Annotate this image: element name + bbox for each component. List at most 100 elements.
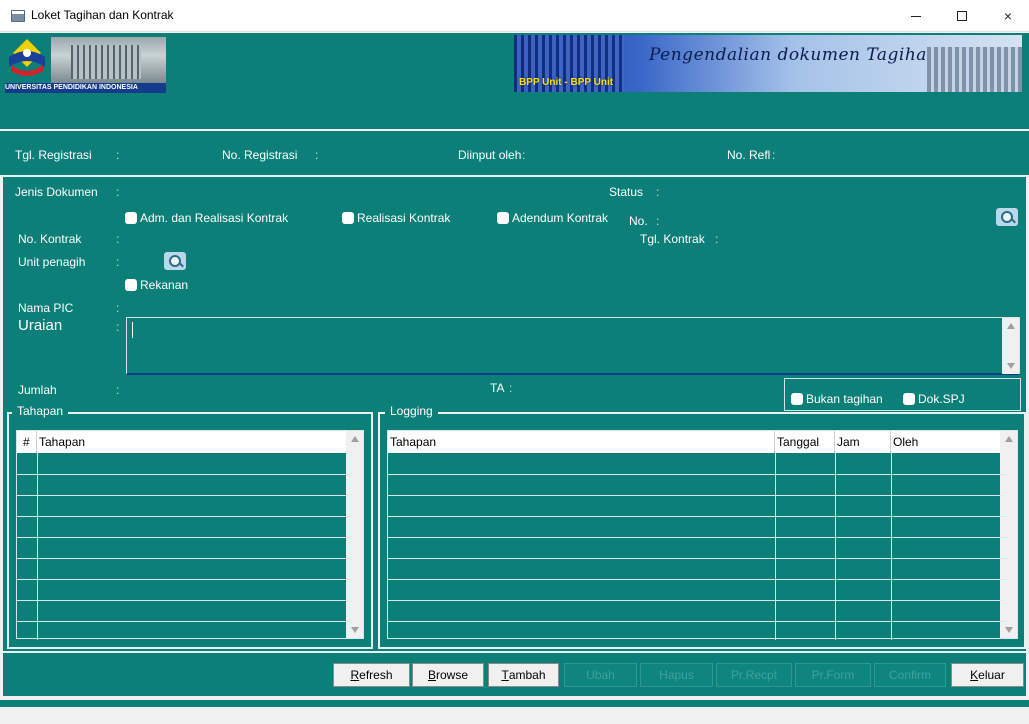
status-label: Status [609, 185, 644, 199]
tahapan-group-title: Tahapan [12, 404, 69, 418]
no-kontrak-label: No. Kontrak [18, 232, 82, 246]
checkbox-label: Bukan tagihan [806, 392, 883, 406]
grid-row-line [388, 495, 1001, 496]
refresh-label: efresh [359, 668, 393, 682]
colon: : [116, 185, 120, 199]
jenis-dokumen-label: Jenis Dokumen [15, 185, 98, 199]
browse-button[interactable]: Browse [412, 663, 484, 687]
close-button[interactable]: × [985, 0, 1029, 32]
colon: : [715, 232, 719, 246]
column-header-number[interactable]: # [17, 431, 37, 453]
diinput-oleh-label: Diinput oleh [458, 148, 522, 162]
scroll-down-icon[interactable] [1005, 627, 1013, 633]
scroll-up-icon[interactable] [1005, 436, 1013, 442]
checkbox-box[interactable] [125, 212, 137, 224]
keluar-button[interactable]: Keluar [951, 663, 1024, 687]
grid-row-line [388, 516, 1001, 517]
search-kontrak-button[interactable] [996, 208, 1018, 226]
colon: : [116, 255, 120, 269]
colon: : [772, 148, 776, 162]
grid-column-line [835, 453, 836, 640]
refresh-mnemonic: R [350, 668, 360, 682]
tahapan-grid-header: # Tahapan [17, 431, 347, 453]
tambah-label: ambah [508, 668, 546, 682]
colon: : [656, 185, 660, 199]
checkbox-label: Adendum Kontrak [512, 211, 609, 225]
checkbox-box[interactable] [791, 393, 803, 405]
print-form-button[interactable]: Pr.Form [795, 663, 871, 687]
grid-row-line [388, 537, 1001, 538]
logging-group-title: Logging [385, 404, 438, 418]
minimize-button[interactable] [893, 0, 939, 32]
university-logo: UNIVERSITAS PENDIDIKAN INDONESIA [3, 35, 168, 93]
logging-grid-header: Tahapan Tanggal Jam Oleh [388, 431, 1001, 453]
realisasi-kontrak-checkbox[interactable]: Realisasi Kontrak [342, 211, 450, 225]
bukan-tagihan-checkbox[interactable]: Bukan tagihan [791, 392, 883, 406]
confirm-button[interactable]: Confirm [874, 663, 946, 687]
grid-column-line [891, 453, 892, 640]
adm-realisasi-kontrak-checkbox[interactable]: Adm. dan Realisasi Kontrak [125, 211, 288, 225]
tahapan-grid-scrollbar[interactable] [346, 431, 363, 638]
print-receipt-button[interactable]: Pr.Recpt [716, 663, 792, 687]
scroll-up-icon[interactable] [351, 436, 359, 442]
logo-caption: UNIVERSITAS PENDIDIKAN INDONESIA [5, 83, 166, 93]
checkbox-label: Realisasi Kontrak [357, 211, 451, 225]
maximize-button[interactable] [939, 0, 985, 32]
grid-row-line [17, 474, 347, 475]
column-header-tanggal[interactable]: Tanggal [775, 431, 835, 453]
column-header-tahapan[interactable]: Tahapan [388, 431, 775, 453]
column-header-jam[interactable]: Jam [835, 431, 891, 453]
tgl-registrasi-label: Tgl. Registrasi [15, 148, 92, 162]
colon: : [522, 148, 526, 162]
uraian-scrollbar[interactable] [1002, 318, 1019, 374]
ubah-button[interactable]: Ubah [564, 663, 637, 687]
scroll-down-icon[interactable] [351, 627, 359, 633]
uraian-label: Uraian [18, 317, 63, 334]
scroll-up-icon[interactable] [1007, 323, 1015, 329]
refresh-button[interactable]: Refresh [333, 663, 410, 687]
browse-label: rowse [436, 668, 469, 682]
dok-spj-checkbox[interactable]: Dok.SPJ [903, 392, 965, 406]
colon: : [116, 148, 120, 162]
window-title: Loket Tagihan dan Kontrak [31, 8, 174, 22]
column-header-tahapan[interactable]: Tahapan [37, 431, 347, 453]
checkbox-box[interactable] [497, 212, 509, 224]
tahapan-grid[interactable]: # Tahapan [16, 430, 364, 640]
keluar-label: eluar [978, 668, 1005, 682]
checkbox-box[interactable] [125, 279, 137, 291]
maximize-icon [957, 11, 967, 21]
grid-row-line [17, 600, 347, 601]
nama-pic-label: Nama PIC [18, 301, 74, 315]
colon: : [116, 383, 120, 397]
column-header-oleh[interactable]: Oleh [891, 431, 1001, 453]
rekanan-checkbox[interactable]: Rekanan [125, 278, 188, 292]
tambah-mnemonic: T [501, 668, 509, 682]
ta-label: TA [490, 381, 505, 395]
tambah-button[interactable]: Tambah [488, 663, 559, 687]
checkbox-box[interactable] [903, 393, 915, 405]
grid-row-line [17, 516, 347, 517]
scroll-down-icon[interactable] [1007, 363, 1015, 369]
colon: : [656, 214, 660, 228]
app-window-icon [11, 10, 25, 22]
university-emblem-icon [9, 39, 45, 76]
grid-row-line [388, 621, 1001, 622]
unit-label: BPP Unit - BPP Unit [519, 77, 614, 88]
keluar-mnemonic: K [970, 668, 979, 682]
registration-bar: Tgl. Registrasi : No. Registrasi : Diinp… [0, 131, 1029, 175]
document-title: Pengendalian dokumen Tagihan [649, 45, 939, 65]
adendum-kontrak-checkbox[interactable]: Adendum Kontrak [497, 211, 608, 225]
checkbox-label: Adm. dan Realisasi Kontrak [140, 211, 289, 225]
search-unit-button[interactable] [164, 252, 186, 270]
logging-grid[interactable]: Tahapan Tanggal Jam Oleh [387, 430, 1018, 640]
grid-row-line [17, 537, 347, 538]
grid-column-line [37, 453, 38, 640]
uraian-textarea[interactable] [126, 317, 1020, 375]
browse-mnemonic: B [427, 668, 436, 682]
grid-row-line [388, 600, 1001, 601]
checkbox-box[interactable] [342, 212, 354, 224]
logging-grid-scrollbar[interactable] [1000, 431, 1017, 638]
no-registrasi-label: No. Registrasi [222, 148, 298, 162]
hapus-button[interactable]: Hapus [640, 663, 713, 687]
checkbox-label: Dok.SPJ [918, 392, 965, 406]
